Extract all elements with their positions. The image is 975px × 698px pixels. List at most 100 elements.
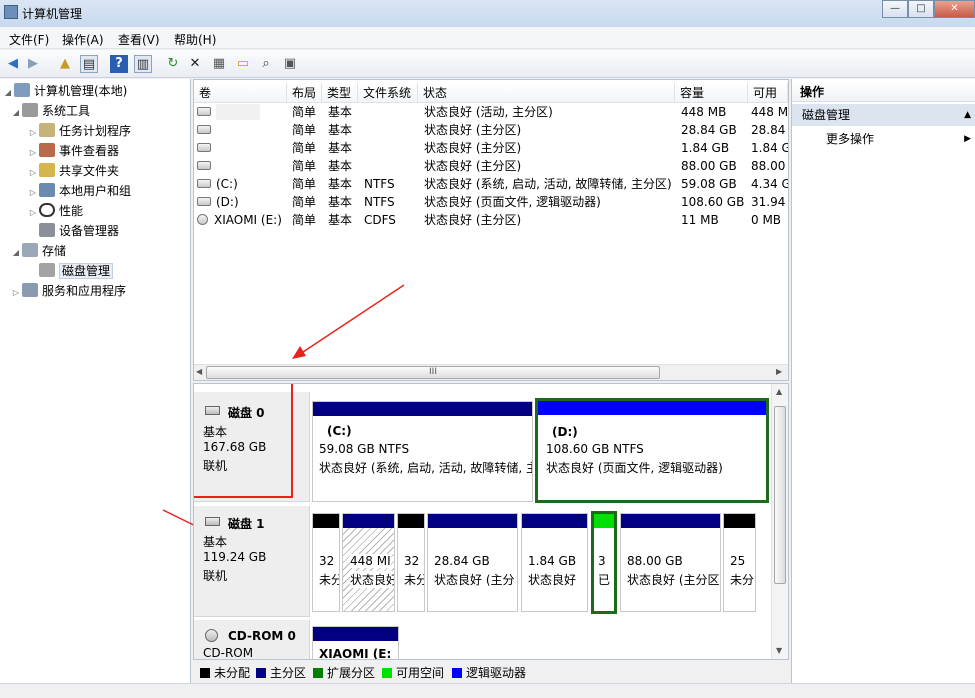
minimize-button[interactable]: — <box>882 0 908 18</box>
cell-free: 1.84 G <box>751 141 788 155</box>
partition-unallocated[interactable]: 25 未分 <box>723 513 756 612</box>
maximize-button[interactable]: □ <box>908 0 934 18</box>
back-arrow-icon[interactable]: ◀ <box>4 55 22 73</box>
volume-name: (D:) <box>216 195 239 209</box>
scroll-thumb[interactable]: III <box>206 366 660 379</box>
table-row[interactable]: 简单 基本 状态良好 (主分区) 88.00 GB 88.00 G <box>194 157 790 175</box>
cell-filesystem: NTFS <box>364 177 395 191</box>
cell-type: 基本 <box>328 141 353 155</box>
disk-legend: 未分配 主分区 扩展分区 可用空间 逻辑驱动器 <box>193 661 789 681</box>
table-row[interactable]: (D:) 简单 基本 NTFS 状态良好 (页面文件, 逻辑驱动器) 108.6… <box>194 193 790 211</box>
scroll-right-icon[interactable]: ▶ <box>776 367 782 376</box>
table-row[interactable]: (C:) 简单 基本 NTFS 状态良好 (系统, 启动, 活动, 故障转储, … <box>194 175 790 193</box>
cell-type: 基本 <box>328 105 353 119</box>
table-row[interactable]: 简单 基本 状态良好 (主分区) 28.84 GB 28.84 G <box>194 121 790 139</box>
tools-icon <box>22 103 38 117</box>
tree-task-scheduler[interactable]: ▷ 任务计划程序 <box>27 122 131 140</box>
legend-primary: 主分区 <box>256 664 306 681</box>
disk1-label[interactable]: 磁盘 1 基本 119.24 GB 联机 <box>194 506 310 617</box>
scroll-thumb[interactable] <box>774 406 786 584</box>
partition-88gb[interactable]: 88.00 GB 状态良好 (主分区 <box>620 513 721 612</box>
tree-local-users[interactable]: ▷ 本地用户和组 <box>27 182 131 200</box>
cdrom-label[interactable]: CD-ROM 0 CD-ROM <box>194 620 310 659</box>
services-icon <box>22 283 38 297</box>
horizontal-scrollbar[interactable]: ◀ III ▶ <box>194 364 788 380</box>
scroll-left-icon[interactable]: ◀ <box>196 367 202 376</box>
tree-storage[interactable]: ◢ 存储 <box>10 242 66 260</box>
col-capacity[interactable]: 容量 <box>675 83 748 103</box>
col-status[interactable]: 状态 <box>418 83 675 103</box>
shared-folder-icon <box>39 163 55 177</box>
legend-swatch <box>200 668 210 678</box>
properties-icon[interactable]: ▦ <box>210 55 228 73</box>
disk-icon <box>205 517 220 526</box>
tree-services-apps[interactable]: ▷ 服务和应用程序 <box>10 282 126 300</box>
refresh-icon[interactable]: ↻ <box>164 55 182 73</box>
cell-layout: 简单 <box>292 123 317 137</box>
tree-system-tools[interactable]: ◢ 系统工具 <box>10 102 90 120</box>
more-actions-item[interactable]: 更多操作 ▶ <box>792 129 975 149</box>
disk-settings-icon[interactable]: ▣ <box>281 55 299 73</box>
cell-capacity: 11 MB <box>681 213 719 227</box>
search-icon[interactable]: ⌕ <box>257 55 275 73</box>
col-filesystem[interactable]: 文件系统 <box>358 83 418 103</box>
partition-28gb[interactable]: 28.84 GB 状态良好 (主分 <box>427 513 518 612</box>
legend-extended: 扩展分区 <box>313 664 375 681</box>
help-icon[interactable]: ? <box>110 55 128 73</box>
cell-layout: 简单 <box>292 213 317 227</box>
tree-root[interactable]: ◢ 计算机管理(本地) <box>2 82 127 100</box>
partition-unallocated[interactable]: 32 未分 <box>312 513 340 612</box>
volume-list: 卷 布局 类型 文件系统 状态 容量 可用空 简单 基本 状态良好 (活动, 主… <box>193 79 789 381</box>
actions-pane: 操作 磁盘管理 ▲ 更多操作 ▶ <box>791 79 975 683</box>
window-title: 计算机管理 <box>22 7 83 21</box>
tree-shared-folders[interactable]: ▷ 共享文件夹 <box>27 162 119 180</box>
show-action-pane-icon[interactable]: ▥ <box>134 55 152 73</box>
cell-type: 基本 <box>328 123 353 137</box>
cell-type: 基本 <box>328 159 353 173</box>
up-folder-icon[interactable]: ▲ <box>56 55 74 73</box>
close-button[interactable]: ✕ <box>934 0 975 18</box>
partition-1-84gb[interactable]: 1.84 GB 状态良好 <box>521 513 588 612</box>
disk1-name: 磁盘 1 <box>228 517 265 531</box>
partition-line2: 已 <box>598 573 611 587</box>
col-free[interactable]: 可用空 <box>748 83 788 103</box>
partition-free[interactable]: 3 已 <box>591 511 617 614</box>
menu-view[interactable]: 查看(V) <box>118 31 160 48</box>
show-tree-icon[interactable]: ▤ <box>80 55 98 73</box>
col-type[interactable]: 类型 <box>322 83 358 103</box>
menu-action[interactable]: 操作(A) <box>62 31 104 48</box>
menu-help[interactable]: 帮助(H) <box>174 31 216 48</box>
col-layout[interactable]: 布局 <box>287 83 322 103</box>
tree-event-viewer[interactable]: ▷ 事件查看器 <box>27 142 119 160</box>
partition-448mb[interactable]: 448 MI 状态良好 <box>342 513 395 612</box>
menu-file[interactable]: 文件(F) <box>9 31 49 48</box>
col-volume[interactable]: 卷 <box>194 83 287 103</box>
partition-d[interactable]: (D:) 108.60 GB NTFS 状态良好 (页面文件, 逻辑驱动器) <box>535 398 769 503</box>
unallocated-bar <box>398 514 424 528</box>
actions-section-disk-management[interactable]: 磁盘管理 ▲ <box>792 104 975 126</box>
table-row[interactable]: 简单 基本 状态良好 (主分区) 1.84 GB 1.84 G <box>194 139 790 157</box>
table-row[interactable]: 简单 基本 状态良好 (活动, 主分区) 448 MB 448 M <box>194 103 790 121</box>
partition-cdrom[interactable]: XIAOMI (E: <box>312 626 399 660</box>
collapse-icon[interactable]: ▲ <box>964 104 971 126</box>
performance-icon <box>39 203 55 217</box>
tree-disk-management[interactable]: 磁盘管理 <box>27 262 114 280</box>
scroll-up-icon[interactable]: ▲ <box>776 387 782 396</box>
forward-arrow-icon[interactable]: ▶ <box>24 55 42 73</box>
legend-swatch <box>382 668 392 678</box>
table-row[interactable]: XIAOMI (E:) 简单 基本 CDFS 状态良好 (主分区) 11 MB … <box>194 211 790 229</box>
partition-line2: 状态良好 <box>350 571 394 588</box>
tree-performance[interactable]: ▷ 性能 <box>27 202 83 220</box>
partition-c[interactable]: (C:) 59.08 GB NTFS 状态良好 (系统, 启动, 活动, 故障转… <box>312 401 533 502</box>
cell-layout: 简单 <box>292 141 317 155</box>
cell-free: 448 M <box>751 105 788 119</box>
tree-device-manager[interactable]: 设备管理器 <box>27 222 119 240</box>
vertical-scrollbar[interactable]: ▲ ▼ <box>771 384 788 659</box>
partition-unallocated[interactable]: 32 未分 <box>397 513 425 612</box>
cdrom-volume: XIAOMI (E: <box>319 647 392 660</box>
disk-management-icon <box>39 263 55 277</box>
delete-icon[interactable]: ✕ <box>186 55 204 73</box>
scroll-down-icon[interactable]: ▼ <box>776 646 782 655</box>
legend-label: 逻辑驱动器 <box>466 666 527 680</box>
open-folder-icon[interactable]: ▭ <box>234 55 252 73</box>
